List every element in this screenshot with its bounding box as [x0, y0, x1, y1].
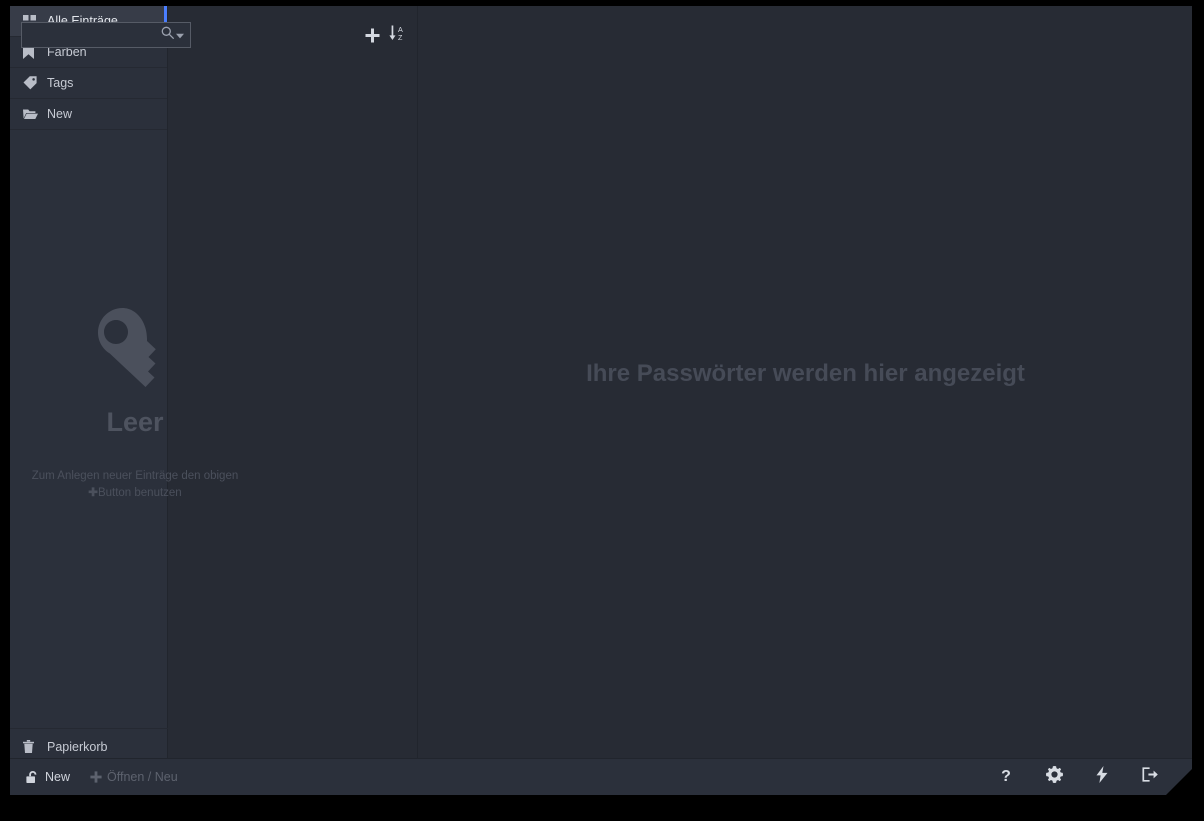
sidebar-item-label: Tags: [47, 76, 74, 90]
plus-icon: ✚: [88, 487, 98, 499]
main-placeholder-text: Ihre Passwörter werden hier angezeigt: [586, 360, 1025, 387]
empty-state-title: Leer: [106, 407, 164, 437]
logout-button[interactable]: [1140, 767, 1160, 787]
key-icon: [10, 306, 260, 393]
database-tab-new[interactable]: New: [26, 770, 70, 784]
sort-button[interactable]: A Z: [386, 24, 408, 46]
sidebar-item-label: Papierkorb: [47, 739, 108, 754]
help-button[interactable]: ?: [996, 767, 1016, 787]
svg-text:Z: Z: [398, 33, 403, 41]
database-tab-open-new[interactable]: Öffnen / Neu: [90, 770, 178, 784]
unlock-icon: [26, 770, 40, 784]
question-mark-icon: ?: [1001, 768, 1011, 785]
main-pane: Ihre Passwörter werden hier angezeigt: [419, 6, 1192, 758]
empty-state-description-line1: Zum Anlegen neuer Einträge den obigen: [31, 470, 239, 482]
settings-button[interactable]: [1044, 766, 1064, 788]
plus-icon: [90, 771, 102, 783]
caret-down-icon: [176, 26, 184, 44]
empty-state: Leer Zum Anlegen neuer Einträge den obig…: [10, 306, 260, 502]
quick-actions-button[interactable]: [1092, 766, 1112, 788]
trash-icon: [23, 740, 40, 753]
gear-icon: [1045, 766, 1063, 788]
database-tabs: New Öffnen / Neu: [10, 770, 178, 784]
exit-icon: [1141, 767, 1159, 787]
database-tab-label: Öffnen / Neu: [107, 770, 178, 784]
sidebar-item-new-group[interactable]: New: [10, 99, 167, 130]
empty-state-description: Zum Anlegen neuer Einträge den obigen ✚B…: [10, 468, 260, 502]
sort-alpha-down-icon: A Z: [388, 25, 406, 46]
bottom-bar: New Öffnen / Neu ?: [10, 758, 1192, 795]
add-entry-button[interactable]: [361, 24, 383, 46]
search-icon: [161, 26, 174, 44]
tag-icon: [23, 76, 40, 90]
search-input[interactable]: [28, 27, 161, 43]
application-window: Alle Einträge Farben Tags New Papierkorb…: [10, 6, 1192, 795]
sidebar-item-label: New: [47, 107, 73, 121]
lightning-bolt-icon: [1096, 766, 1108, 788]
bottom-actions: ?: [996, 766, 1192, 788]
empty-state-description-line2: Button benutzen: [97, 487, 182, 499]
folder-open-icon: [23, 108, 40, 120]
search-box[interactable]: [21, 22, 191, 48]
database-tab-label: New: [45, 770, 71, 784]
search-icon-group[interactable]: [161, 26, 184, 44]
sidebar-item-tags[interactable]: Tags: [10, 68, 167, 99]
